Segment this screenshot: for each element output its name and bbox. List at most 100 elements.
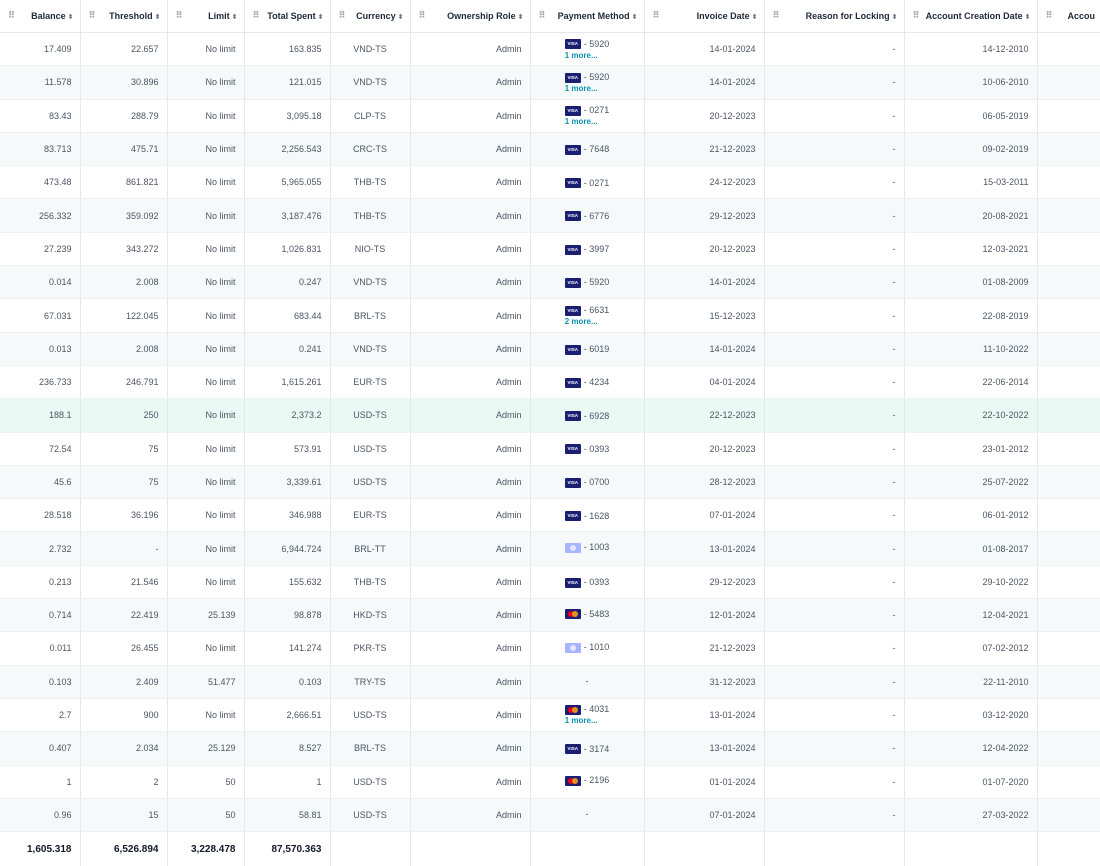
- drag-handle-icon[interactable]: ⠿: [176, 10, 183, 21]
- cell-reason-for-locking: -: [764, 698, 905, 733]
- column-header-limit[interactable]: ⠿ Limit ⬍: [167, 0, 245, 33]
- table-row[interactable]: 0.96 15 50 58.81 USD-TS Admin -07-01-2024-27-0…: [0, 798, 1100, 833]
- cell-limit: No limit: [167, 332, 245, 366]
- table-row[interactable]: 0.013 2.008 No limit 0.241 VND-TS Admin VISA - …: [0, 332, 1100, 366]
- table-row[interactable]: 0.014 2.008 No limit 0.247 VND-TS Admin VISA - …: [0, 265, 1100, 300]
- table-row[interactable]: 0.714 22.419 25.139 98.878 HKD-TS Admin - 5483…: [0, 598, 1100, 633]
- cell-balance: 236.733: [0, 365, 81, 400]
- cell-currency: USD-TS: [330, 765, 411, 799]
- sort-icon[interactable]: ⬍: [318, 14, 324, 21]
- card-last4: - 6019: [583, 344, 610, 355]
- drag-handle-icon[interactable]: ⠿: [8, 10, 15, 21]
- column-header-account-creation-date[interactable]: ⠿ Account Creation Date ⬍: [904, 0, 1038, 33]
- cell-limit: No limit: [167, 165, 245, 200]
- sort-icon[interactable]: ⬍: [632, 14, 638, 21]
- more-payment-methods-link[interactable]: 2 more...: [565, 316, 598, 327]
- table-row[interactable]: 67.031 122.045 No limit 683.44 BRL-TS Admin VI…: [0, 298, 1100, 333]
- table-row[interactable]: 0.011 26.455 No limit 141.274 PKR-TS Admin - 1…: [0, 631, 1100, 666]
- sort-icon[interactable]: ⬍: [155, 14, 161, 21]
- sort-icon[interactable]: ⬍: [752, 14, 758, 21]
- sort-icon[interactable]: ⬍: [232, 14, 238, 21]
- table-row[interactable]: 28.518 36.196 No limit 346.988 EUR-TS Admin VI…: [0, 498, 1100, 533]
- table-row[interactable]: 0.407 2.034 25.129 8.527 BRL-TS Admin VISA - 31…: [0, 731, 1100, 766]
- sort-icon[interactable]: ⬍: [68, 14, 74, 21]
- table-row[interactable]: 72.54 75 No limit 573.91 USD-TS Admin VISA - 03…: [0, 432, 1100, 466]
- column-header-invoice-date[interactable]: ⠿ Invoice Date ⬍: [644, 0, 765, 33]
- cell-balance: 256.332: [0, 198, 81, 233]
- sort-icon[interactable]: ⬍: [398, 14, 404, 21]
- drag-handle-icon[interactable]: ⠿: [89, 10, 96, 21]
- sort-icon[interactable]: ⬍: [518, 14, 524, 21]
- cell-reason-for-locking: -: [764, 398, 905, 433]
- payment-method: VISA - 6928: [564, 411, 609, 422]
- table-row[interactable]: 1 2 50 1 USD-TS Admin - 2196 01-01-2024-01-07-2…: [0, 765, 1100, 799]
- table-row[interactable]: 27.239 343.272 No limit 1,026.831 NIO-TS Admi…: [0, 232, 1100, 267]
- cell-total-spent: 3,339.61: [244, 465, 331, 500]
- column-header-ownership-role[interactable]: ⠿ Ownership Role ⬍: [410, 0, 531, 33]
- cell-ownership-role: Admin: [410, 765, 531, 799]
- cell-ownership-role: Admin: [410, 99, 531, 133]
- cell-payment-method: - 4031 1 more...: [530, 698, 645, 733]
- table-row[interactable]: 2.732- No limit 6,944.724 BRL-TT Admin - 1003…: [0, 531, 1100, 566]
- table-row[interactable]: 256.332 359.092 No limit 3,187.476 THB-TS Adm…: [0, 198, 1100, 233]
- table-row[interactable]: 17.409 22.657 No limit 163.835 VND-TS Admin VI…: [0, 32, 1100, 67]
- cell-currency: BRL-TS: [330, 731, 411, 766]
- mastercard-icon: [564, 704, 581, 715]
- cell-total-spent: 5,965.055: [244, 165, 331, 200]
- table-row[interactable]: 188.1 250 No limit 2,373.2 USD-TS Admin VISA - …: [0, 398, 1100, 433]
- cell-account-creation-date: 12-04-2021: [904, 598, 1038, 633]
- more-payment-methods-link[interactable]: 1 more...: [565, 50, 598, 61]
- drag-handle-icon[interactable]: ⠿: [653, 10, 660, 21]
- cell-payment-method: VISA - 0700: [530, 465, 645, 500]
- cell-total-spent: 155.632: [244, 565, 331, 600]
- column-header-reason-for-locking[interactable]: ⠿ Reason for Locking ⬍: [764, 0, 905, 33]
- payment-method-line: VISA - 0271: [564, 178, 609, 189]
- visa-card-icon: VISA: [564, 377, 581, 388]
- cell-account-creation-date: 22-08-2019: [904, 298, 1038, 333]
- cell-reason-for-locking: -: [764, 665, 905, 699]
- drag-handle-icon[interactable]: ⠿: [773, 10, 780, 21]
- table-row[interactable]: 473.48 861.821 No limit 5,965.055 THB-TS Admi…: [0, 165, 1100, 200]
- visa-card-icon: VISA: [564, 211, 581, 222]
- more-payment-methods-link[interactable]: 1 more...: [565, 116, 598, 127]
- table-row[interactable]: 2.7 900 No limit 2,666.51 USD-TS Admin - 4031 1…: [0, 698, 1100, 733]
- sort-icon[interactable]: ⬍: [892, 14, 898, 21]
- table-row[interactable]: 11.578 30.896 No limit 121.015 VND-TS Admin VI…: [0, 65, 1100, 100]
- column-header-total-spent[interactable]: ⠿ Total Spent ⬍: [244, 0, 331, 33]
- table-row[interactable]: 83.713 475.71 No limit 2,256.543 CRC-TS Admin…: [0, 132, 1100, 167]
- drag-handle-icon[interactable]: ⠿: [419, 10, 426, 21]
- more-payment-methods-link[interactable]: 1 more...: [565, 715, 598, 726]
- visa-card-icon: VISA: [564, 577, 581, 588]
- cell-currency: VND-TS: [330, 32, 411, 67]
- drag-handle-icon[interactable]: ⠿: [539, 10, 546, 21]
- more-payment-methods-link[interactable]: 1 more...: [565, 83, 598, 94]
- drag-handle-icon[interactable]: ⠿: [1046, 10, 1053, 21]
- total-empty: [644, 831, 765, 866]
- table-row[interactable]: 45.6 75 No limit 3,339.61 USD-TS Admin VISA - 0…: [0, 465, 1100, 500]
- table-row[interactable]: 236.733 246.791 No limit 1,615.261 EUR-TS Adm…: [0, 365, 1100, 400]
- cell-currency: PKR-TS: [330, 631, 411, 666]
- cell-account-creation-date: 20-08-2021: [904, 198, 1038, 233]
- column-header-currency[interactable]: ⠿ Currency ⬍: [330, 0, 411, 33]
- payment-method-line: - 1010: [564, 642, 609, 653]
- column-header-balance[interactable]: ⠿ Balance ⬍: [0, 0, 81, 33]
- cell-limit: 25.129: [167, 731, 245, 766]
- card-last4: -: [585, 676, 589, 687]
- sort-icon[interactable]: ⬍: [1025, 14, 1031, 21]
- table-row[interactable]: 0.213 21.546 No limit 155.632 THB-TS Admin VIS…: [0, 565, 1100, 600]
- column-header-payment-method[interactable]: ⠿ Payment Method ⬍: [530, 0, 645, 33]
- table-row[interactable]: 83.43 288.79 No limit 3,095.18 CLP-TS Admin VI…: [0, 99, 1100, 133]
- drag-handle-icon[interactable]: ⠿: [253, 10, 260, 21]
- drag-handle-icon[interactable]: ⠿: [339, 10, 346, 21]
- column-header-account[interactable]: ⠿ Accou: [1037, 0, 1100, 33]
- column-header-threshold[interactable]: ⠿ Threshold ⬍: [80, 0, 168, 33]
- total-empty: [330, 831, 411, 866]
- drag-handle-icon[interactable]: ⠿: [913, 10, 920, 21]
- table-row[interactable]: 0.103 2.409 51.477 0.103 TRY-TS Admin -31-12-2…: [0, 665, 1100, 699]
- cell-reason-for-locking: -: [764, 498, 905, 533]
- payment-method-line: - 4031: [564, 704, 609, 715]
- payment-method: VISA - 5920: [564, 277, 609, 288]
- cell-limit: No limit: [167, 65, 245, 100]
- cell-invoice-date: 14-01-2024: [644, 65, 765, 100]
- card-last4: - 3997: [583, 244, 610, 255]
